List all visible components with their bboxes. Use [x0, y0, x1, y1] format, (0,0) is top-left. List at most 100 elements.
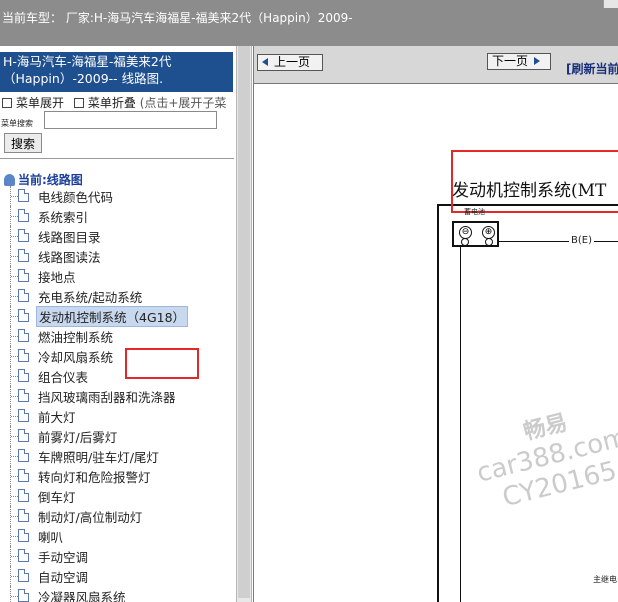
document-icon [18, 489, 29, 502]
tree-branch-line [11, 316, 18, 317]
sidebar-scrollbar[interactable] [236, 46, 252, 602]
tree-branch-line [11, 556, 18, 557]
tree-branch-line [11, 396, 18, 397]
document-icon [18, 589, 29, 602]
tree-branch-line [10, 586, 12, 602]
document-icon [18, 409, 29, 422]
tree-branch-line [11, 436, 18, 437]
menu-tree-item[interactable]: 冷却风扇系统 [0, 346, 236, 366]
document-icon [18, 449, 29, 462]
wiring-diagram: 发动机控制系统(MT 蓄电池 ⊖ ⊕ B(E) 主继电 畅易 car388.co… [254, 84, 618, 602]
menu-toggle-row: 菜单展开 菜单折叠 (点击+展开子菜 [2, 94, 226, 111]
menu-tree-item[interactable]: 前雾灯/后雾灯 [0, 426, 236, 446]
tree-branch-line [11, 296, 18, 297]
sidebar: H-海马汽车-海福星-福美来2代（Happin）-2009-- 线路图. 菜单展… [0, 46, 236, 602]
document-icon [18, 549, 29, 562]
document-icon [18, 329, 29, 342]
menu-tree-item[interactable]: 发动机控制系统（4G18） [0, 306, 236, 327]
menu-tree-item-label: 挡风玻璃雨刮器和洗涤器 [38, 390, 176, 405]
refresh-current-link[interactable]: [刷新当前 [566, 60, 618, 77]
battery-connector: ⊖ ⊕ [452, 221, 499, 247]
search-label: 菜单搜索 [1, 119, 33, 128]
menu-tree-item[interactable]: 倒车灯 [0, 486, 236, 506]
menu-tree-item-label: 线路图目录 [38, 230, 101, 245]
terminal-dot [485, 238, 493, 246]
tree-branch-line [11, 276, 18, 277]
tree-root-label: 当前:线路图 [18, 173, 83, 187]
document-icon [18, 529, 29, 542]
search-button[interactable]: 搜索 [4, 133, 42, 153]
menu-tree-item-label: 组合仪表 [38, 370, 89, 385]
main-relay-label: 主继电 [593, 575, 617, 584]
divider [0, 158, 234, 159]
menu-tree-item[interactable]: 前大灯 [0, 406, 236, 426]
arrow-right-icon [534, 56, 541, 65]
tree-branch-line [11, 516, 18, 517]
prev-page-button[interactable]: 上一页 [257, 54, 323, 71]
document-pane: 上一页 下一页 [刷新当前 发动机控制系统(MT 蓄电池 ⊖ ⊕ B(E) 主继… [253, 46, 618, 602]
menu-tree-item-label: 燃油控制系统 [38, 330, 114, 345]
arrow-left-icon [262, 57, 268, 66]
tree-branch-line [11, 336, 18, 337]
menu-tree-item[interactable]: 自动空调 [0, 566, 236, 586]
tree-branch-line [11, 376, 18, 377]
menu-tree-item[interactable]: 挡风玻璃雨刮器和洗涤器 [0, 386, 236, 406]
tree-branch-line [11, 536, 18, 537]
menu-tree-item[interactable]: 车牌照明/驻车灯/尾灯 [0, 446, 236, 466]
menu-tree-item[interactable]: 制动灯/高位制动灯 [0, 506, 236, 526]
document-icon [18, 249, 29, 262]
menu-tree-item[interactable]: 充电系统/起动系统 [0, 286, 236, 306]
wire-color-label: B(E) [569, 235, 594, 246]
tree-branch-line [11, 596, 18, 597]
menu-tree-item-label: 车牌照明/驻车灯/尾灯 [38, 450, 159, 465]
menu-tree-item-label: 系统索引 [38, 210, 89, 225]
terminal-dot [461, 238, 469, 246]
document-icon [18, 189, 29, 202]
sidebar-title: H-海马汽车-海福星-福美来2代（Happin）-2009-- 线路图. [0, 52, 233, 92]
scrollbar-thumb[interactable] [238, 46, 250, 598]
menu-tree-item[interactable]: 线路图读法 [0, 246, 236, 266]
current-vehicle-label: 当前车型： 厂家:H-海马汽车海福星-福美来2代（Happin）2009- [2, 11, 353, 25]
tree-branch-line [11, 356, 18, 357]
menu-collapse-link[interactable]: 菜单折叠 [88, 96, 136, 110]
menu-tree-item[interactable]: 组合仪表 [0, 366, 236, 386]
tree-branch-line [11, 456, 18, 457]
menu-tree-item[interactable]: 喇叭 [0, 526, 236, 546]
tree-branch-line [11, 476, 18, 477]
next-page-button[interactable]: 下一页 [487, 53, 551, 70]
menu-tree-item-label: 线路图读法 [38, 250, 101, 265]
menu-tree-item-label: 倒车灯 [38, 490, 76, 505]
menu-tree-item[interactable]: 燃油控制系统 [0, 326, 236, 346]
menu-tree-item-label: 前大灯 [38, 410, 76, 425]
menu-tree-item[interactable]: 接地点 [0, 266, 236, 286]
menu-tree-item-label: 转向灯和危险报警灯 [38, 470, 151, 485]
battery-label: 蓄电池 [464, 208, 485, 216]
menu-search-input[interactable] [44, 111, 217, 129]
document-icon [18, 569, 29, 582]
menu-tree: 电线颜色代码系统索引线路图目录线路图读法接地点 充电系统/起动系统 发动机控制系统（… [0, 186, 236, 602]
menu-tree-item[interactable]: 电线颜色代码 [0, 186, 236, 206]
menu-hint: (点击+展开子菜 [139, 96, 227, 110]
tree-branch-line [11, 576, 18, 577]
menu-tree-item-label: 自动空调 [38, 570, 89, 585]
menu-tree-item-label: 发动机控制系统（4G18） [36, 306, 189, 327]
scrollbar-corner[interactable] [603, 0, 618, 8]
menu-tree-item-label: 制动灯/高位制动灯 [38, 510, 143, 525]
collapse-checkbox-icon[interactable] [73, 97, 84, 108]
document-icon [18, 429, 29, 442]
menu-expand-link[interactable]: 菜单展开 [16, 96, 64, 110]
menu-tree-item[interactable]: 转向灯和危险报警灯 [0, 466, 236, 486]
menu-tree-item-label: 接地点 [38, 270, 76, 285]
expand-checkbox-icon[interactable] [2, 97, 12, 108]
menu-tree-item[interactable]: 手动空调 [0, 546, 236, 566]
menu-tree-item[interactable]: 系统索引 [0, 206, 236, 226]
menu-tree-item[interactable]: 冷凝器风扇系统 [0, 586, 236, 602]
document-icon [18, 269, 29, 282]
document-icon [18, 209, 29, 222]
vehicle-info-bar: 当前车型： 厂家:H-海马汽车海福星-福美来2代（Happin）2009- [0, 0, 618, 46]
title-highlight-annotation [451, 150, 618, 213]
highlight-annotation [125, 348, 199, 379]
tree-branch-line [11, 236, 18, 237]
menu-tree-item[interactable]: 线路图目录 [0, 226, 236, 246]
document-icon [18, 349, 29, 362]
